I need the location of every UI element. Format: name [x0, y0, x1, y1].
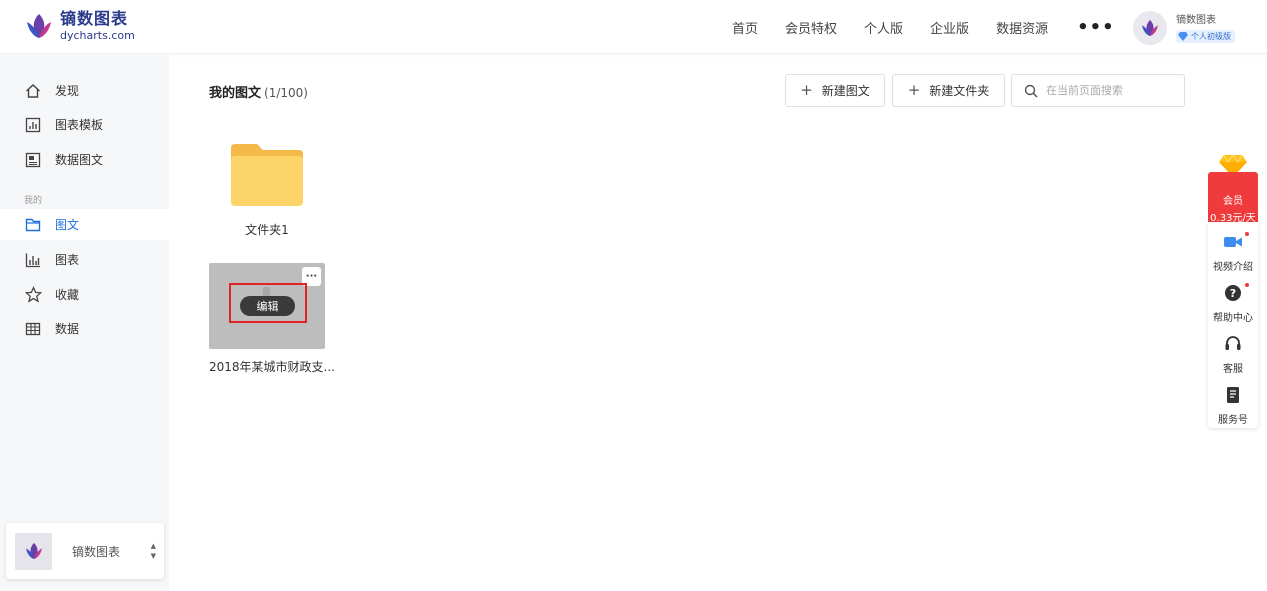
new-folder-button[interactable]: + 新建文件夹 — [892, 74, 1005, 107]
updown-arrows-icon[interactable]: ▲ ▼ — [151, 541, 156, 561]
video-intro-button[interactable]: 视频介绍 — [1208, 232, 1258, 273]
nav-home[interactable]: 首页 — [732, 18, 758, 37]
sidebar-item-label: 图表 — [55, 253, 80, 267]
brand-logo-icon — [27, 14, 51, 38]
sidebar: 发现 图表模板 数据图文 我的 图文 图表 收藏 数据 镝数图表 ▲ ▼ — [0, 55, 169, 591]
search-icon — [1024, 84, 1038, 98]
top-nav: 首页 会员特权 个人版 企业版 数据资源 ••• — [732, 0, 1115, 54]
svg-text:?: ? — [1230, 287, 1236, 300]
star-icon — [24, 286, 42, 304]
article-icon — [24, 216, 42, 234]
sidebar-item-charts[interactable]: 图表 — [0, 244, 169, 275]
folder-item[interactable] — [229, 142, 305, 212]
search-input[interactable] — [1046, 84, 1176, 97]
notification-dot — [1245, 232, 1249, 236]
article-thumbnail[interactable]: ··· 编辑 — [209, 263, 325, 349]
sidebar-item-label: 图表模板 — [55, 118, 104, 132]
chart-template-icon — [24, 116, 42, 134]
avatar-logo-icon — [1142, 20, 1158, 36]
home-icon — [24, 82, 42, 100]
new-article-label: 新建图文 — [821, 84, 870, 98]
data-article-icon — [24, 151, 42, 169]
video-camera-icon — [1224, 237, 1242, 247]
brand-logo[interactable]: 镝数图表 dycharts.com — [24, 11, 135, 41]
customer-service-button[interactable]: 客服 — [1208, 334, 1258, 375]
plan-badge: 个人初级版 — [1176, 30, 1235, 43]
team-logo-icon — [25, 543, 42, 559]
diamond-icon — [1178, 32, 1188, 41]
notification-dot — [1245, 283, 1249, 287]
help-center-label: 帮助中心 — [1213, 313, 1253, 324]
sidebar-item-label: 数据图文 — [55, 153, 104, 167]
floating-toolbar: 视频介绍 ? 帮助中心 客服 服务号 — [1208, 222, 1258, 428]
service-account-icon — [1227, 387, 1239, 403]
bar-chart-icon — [24, 251, 42, 269]
sidebar-item-data[interactable]: 数据 — [0, 313, 169, 344]
folder-icon — [231, 144, 303, 206]
nav-membership[interactable]: 会员特权 — [785, 18, 837, 37]
service-account-label: 服务号 — [1218, 415, 1248, 426]
brand-name: 镝数图表 — [60, 9, 129, 28]
plus-icon: + — [800, 81, 813, 99]
sidebar-item-label: 图文 — [55, 218, 80, 232]
article-title[interactable]: 2018年某城市财政支... — [209, 358, 339, 375]
sidebar-item-favorites[interactable]: 收藏 — [0, 279, 169, 310]
team-switcher[interactable]: 镝数图表 ▲ ▼ — [6, 523, 164, 579]
nav-more-icon[interactable]: ••• — [1077, 17, 1115, 38]
folder-name[interactable]: 文件夹1 — [209, 221, 325, 238]
brand-domain: dycharts.com — [60, 29, 135, 42]
team-name: 镝数图表 — [72, 544, 121, 559]
sidebar-item-label: 数据 — [55, 322, 80, 336]
avatar[interactable] — [1133, 11, 1167, 45]
service-account-button[interactable]: 服务号 — [1208, 385, 1258, 426]
nav-enterprise[interactable]: 企业版 — [930, 18, 969, 37]
customer-service-label: 客服 — [1223, 364, 1243, 375]
vip-label: 会员 — [1223, 196, 1243, 207]
sidebar-section-mine: 我的 — [24, 196, 43, 206]
help-center-button[interactable]: ? 帮助中心 — [1208, 283, 1258, 324]
new-article-button[interactable]: + 新建图文 — [785, 74, 885, 107]
vip-promo[interactable]: 会员 0.33元/天 — [1208, 172, 1258, 224]
table-icon — [24, 320, 42, 338]
new-folder-label: 新建文件夹 — [929, 84, 990, 98]
edit-highlight-box — [229, 283, 307, 323]
page-title-text: 我的图文 — [209, 86, 262, 101]
team-avatar — [15, 532, 52, 570]
sidebar-item-data-articles[interactable]: 数据图文 — [0, 144, 169, 175]
user-menu[interactable]: 镝数图表 个人初级版 — [1133, 11, 1235, 45]
sidebar-item-label: 发现 — [55, 84, 80, 98]
user-name: 镝数图表 — [1176, 15, 1216, 26]
plus-icon: + — [907, 81, 921, 99]
nav-personal[interactable]: 个人版 — [864, 18, 903, 37]
sidebar-item-discover[interactable]: 发现 — [0, 75, 169, 106]
video-intro-label: 视频介绍 — [1213, 262, 1253, 273]
help-icon: ? — [1225, 285, 1241, 301]
plan-badge-label: 个人初级版 — [1191, 32, 1231, 41]
headset-icon — [1225, 336, 1241, 350]
article-count: (1/100) — [264, 86, 308, 100]
sidebar-item-chart-templates[interactable]: 图表模板 — [0, 109, 169, 140]
top-header: 镝数图表 dycharts.com 首页 会员特权 个人版 企业版 数据资源 •… — [0, 0, 1267, 54]
sidebar-item-label: 收藏 — [55, 288, 80, 302]
sidebar-item-articles[interactable]: 图文 — [0, 209, 169, 240]
search-box[interactable] — [1011, 74, 1185, 107]
nav-data-resources[interactable]: 数据资源 — [996, 18, 1048, 37]
page-title: 我的图文 (1/100) — [209, 82, 308, 101]
